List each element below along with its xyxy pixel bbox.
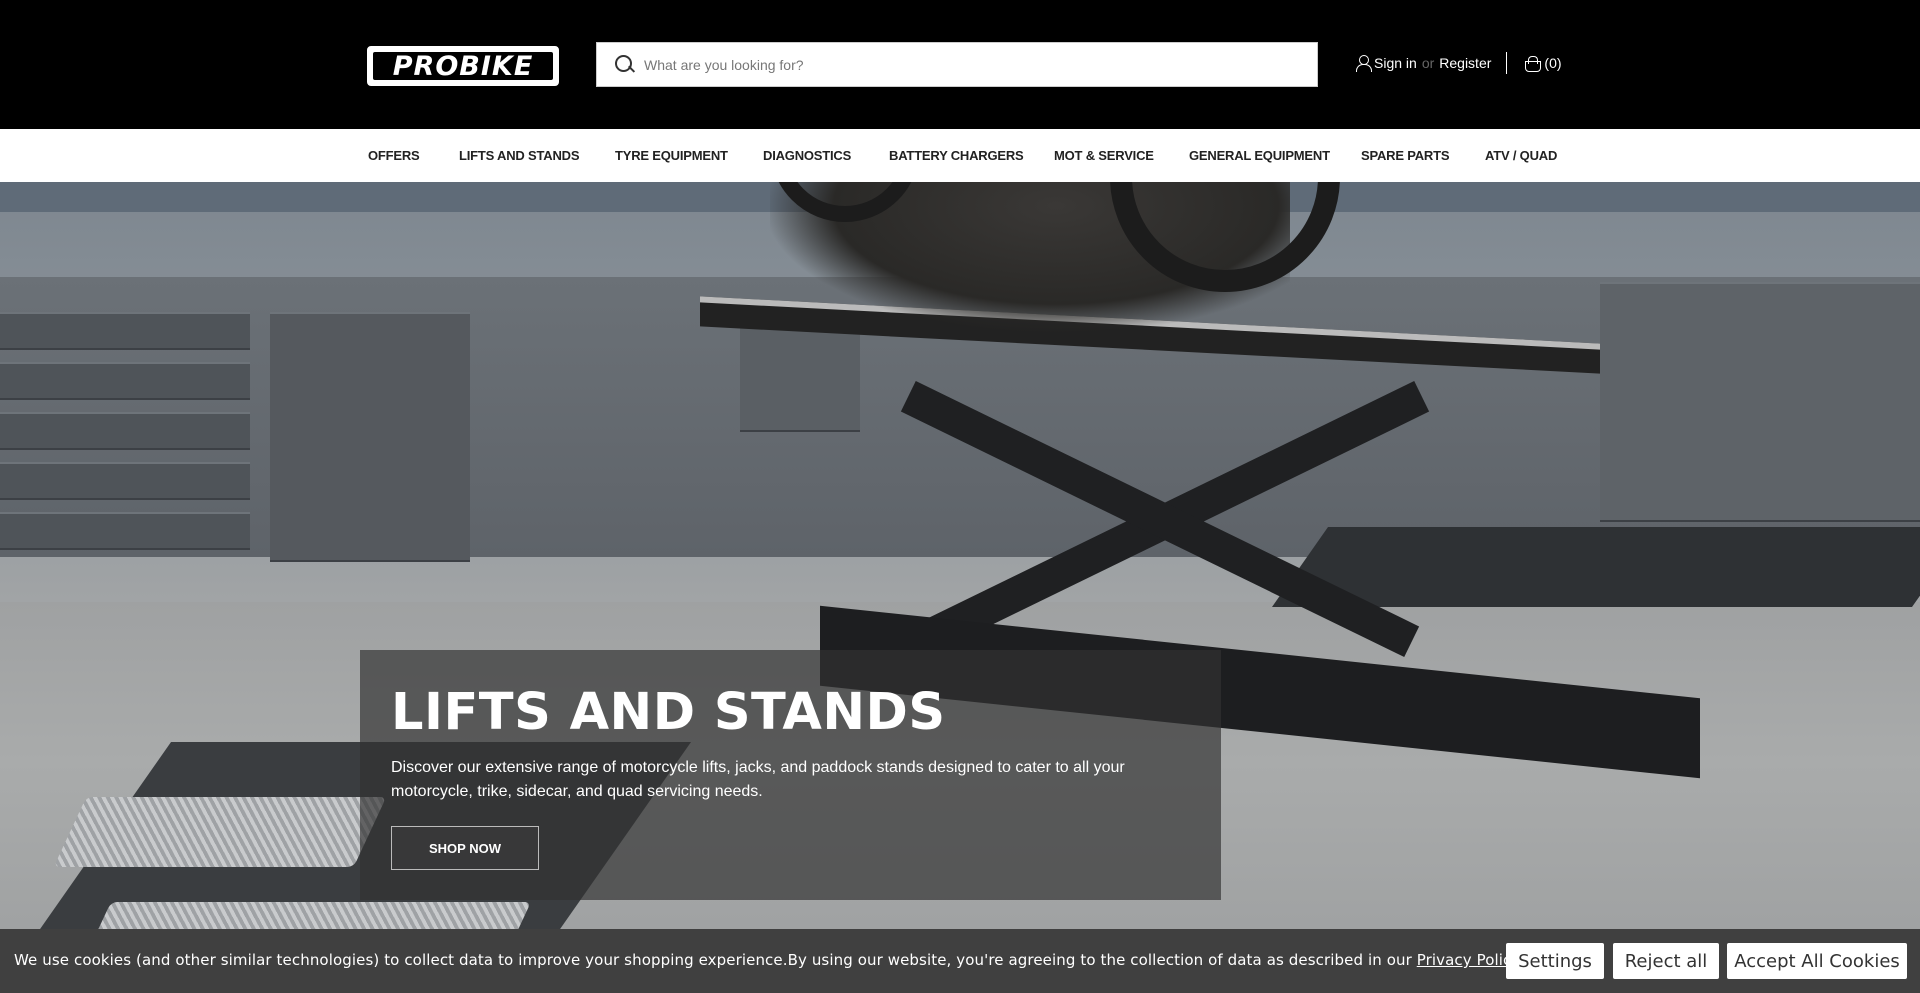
logo-text: PROBIKE — [373, 51, 553, 82]
header-divider — [1506, 52, 1508, 74]
hero-title: LIFTS AND STANDS — [391, 683, 946, 742]
search-icon[interactable] — [615, 54, 635, 75]
nav-item-mot-service[interactable]: MOT & SERVICE — [1054, 129, 1154, 182]
nav-item-lifts-and-stands[interactable]: LIFTS AND STANDS — [459, 129, 579, 182]
hero-banner: LIFTS AND STANDS Discover our extensive … — [0, 182, 1920, 993]
cookie-settings-button[interactable]: Settings — [1506, 943, 1604, 979]
reject-all-button[interactable]: Reject all — [1613, 943, 1719, 979]
main-navigation: OFFERS LIFTS AND STANDS TYRE EQUIPMENT D… — [0, 129, 1920, 182]
nav-item-battery-chargers[interactable]: BATTERY CHARGERS — [889, 129, 1024, 182]
nav-item-general-equipment[interactable]: GENERAL EQUIPMENT — [1189, 129, 1330, 182]
shop-now-button[interactable]: SHOP NOW — [391, 826, 539, 870]
nav-item-spare-parts[interactable]: SPARE PARTS — [1361, 129, 1450, 182]
hero-description: Discover our extensive range of motorcyc… — [391, 759, 1125, 800]
cookie-message: We use cookies (and other similar techno… — [14, 951, 1523, 969]
register-link[interactable]: Register — [1439, 55, 1491, 71]
nav-item-diagnostics[interactable]: DIAGNOSTICS — [763, 129, 851, 182]
search-bar[interactable] — [596, 42, 1318, 87]
nav-item-atv-quad[interactable]: ATV / QUAD — [1485, 129, 1557, 182]
cookie-banner: We use cookies (and other similar techno… — [0, 929, 1920, 993]
cookie-text: We use cookies (and other similar techno… — [14, 951, 1417, 969]
sign-in-link[interactable]: Sign in — [1374, 55, 1417, 71]
probike-logo[interactable]: PROBIKE — [367, 46, 559, 86]
nav-item-offers[interactable]: OFFERS — [368, 129, 420, 182]
nav-item-tyre-equipment[interactable]: TYRE EQUIPMENT — [615, 129, 728, 182]
cart-count[interactable]: (0) — [1544, 55, 1561, 71]
hero-overlay: LIFTS AND STANDS Discover our extensive … — [360, 650, 1221, 900]
search-input[interactable] — [644, 56, 1284, 73]
site-header: PROBIKE Sign in or Register (0) — [0, 0, 1920, 129]
basket-icon[interactable] — [1523, 56, 1542, 72]
or-separator: or — [1421, 55, 1435, 71]
accept-all-cookies-button[interactable]: Accept All Cookies — [1727, 943, 1907, 979]
account-area: Sign in or Register (0) — [1356, 52, 1562, 74]
user-icon — [1356, 55, 1372, 72]
privacy-policy-link[interactable]: Privacy Policy — [1417, 951, 1519, 969]
